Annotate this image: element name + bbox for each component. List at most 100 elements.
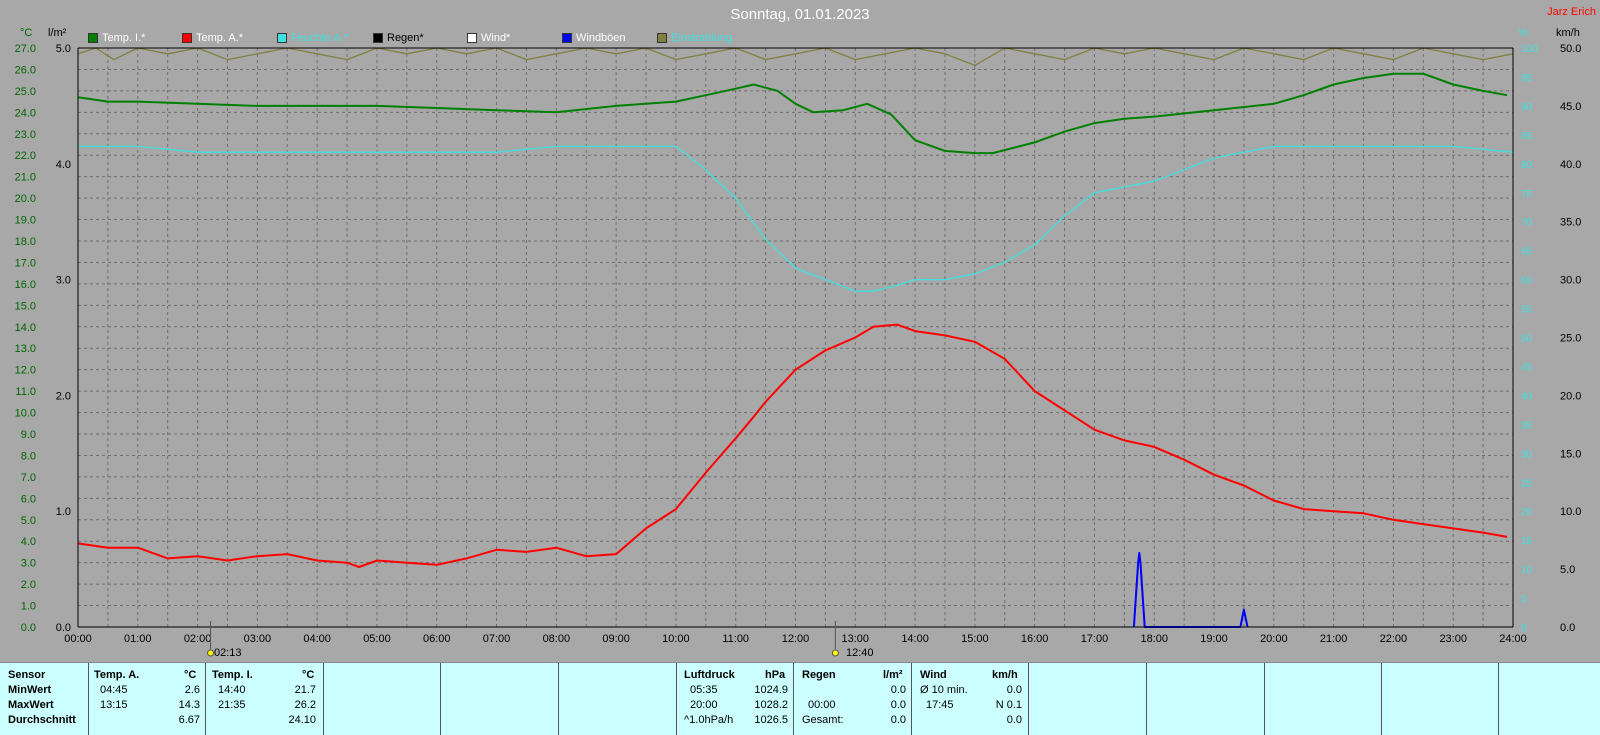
rain-r3-time: Gesamt: xyxy=(802,714,844,726)
pressure-r2-time: 20:00 xyxy=(690,699,718,711)
y-tick-temp: 6.0 xyxy=(21,493,36,505)
pressure-header: Luftdruck xyxy=(684,669,735,681)
legend-item-temp-i: Temp. I.* xyxy=(88,31,145,45)
col-divider xyxy=(440,663,441,735)
y-tick-wind: 0.0 xyxy=(1560,622,1575,634)
legend-label: Wind* xyxy=(481,32,511,44)
x-tick-label: 03:00 xyxy=(244,633,272,645)
x-tick-label: 07:00 xyxy=(483,633,511,645)
legend-swatch xyxy=(182,33,192,43)
y-tick-wind: 25.0 xyxy=(1560,333,1581,345)
temp-i-max: 26.2 xyxy=(294,699,316,711)
y-tick-temp: 17.0 xyxy=(15,257,36,269)
y-tick-humidity: 50 xyxy=(1521,334,1533,345)
col-divider xyxy=(1264,663,1265,735)
legend-label: Feuchte A.* xyxy=(291,32,348,44)
y-tick-temp: 10.0 xyxy=(15,408,36,420)
y-tick-humidity: 15 xyxy=(1521,536,1533,547)
row-label-avg: Durchschnitt xyxy=(8,714,76,726)
x-tick-label: 14:00 xyxy=(901,633,929,645)
y-tick-humidity: 40 xyxy=(1521,391,1533,402)
y-tick-temp: 26.0 xyxy=(15,64,36,76)
row-label-min: MinWert xyxy=(8,684,52,696)
pressure-unit: hPa xyxy=(765,669,786,681)
legend-item-wind: Wind* xyxy=(467,31,510,45)
rain-r2: 0.0 xyxy=(890,699,906,711)
wind-r1-time: Ø 10 min. xyxy=(920,684,968,696)
row-label-max: MaxWert xyxy=(8,699,54,711)
sunrise-label: 02:13 xyxy=(214,647,242,659)
wind-header: Wind xyxy=(920,669,947,681)
x-tick-label: 16:00 xyxy=(1021,633,1049,645)
col-divider xyxy=(793,663,794,735)
y-tick-temp: 27.0 xyxy=(15,43,36,55)
wind-r1: 0.0 xyxy=(1006,684,1022,696)
legend-label: Regen* xyxy=(387,32,424,44)
y-tick-wind: 35.0 xyxy=(1560,217,1581,229)
sensor-header: Sensor xyxy=(8,669,46,681)
y-tick-temp: 11.0 xyxy=(15,386,36,398)
y-tick-humidity: 85 xyxy=(1521,131,1533,142)
grid xyxy=(77,47,1514,628)
y-tick-temp: 21.0 xyxy=(15,172,36,184)
rain-r3: 0.0 xyxy=(890,714,906,726)
legend-swatch xyxy=(373,33,383,43)
x-tick-label: 01:00 xyxy=(124,633,152,645)
x-tick-label: 04:00 xyxy=(303,633,331,645)
x-tick-label: 24:00 xyxy=(1499,633,1527,645)
y-tick-humidity: 45 xyxy=(1521,362,1533,373)
x-tick-label: 10:00 xyxy=(662,633,690,645)
legend-swatch xyxy=(277,33,287,43)
y-tick-temp: 2.0 xyxy=(21,579,36,591)
x-tick-label: 22:00 xyxy=(1380,633,1408,645)
col-divider xyxy=(676,663,677,735)
x-tick-label: 13:00 xyxy=(842,633,870,645)
pressure-r2: 1028.2 xyxy=(754,699,788,711)
col-divider xyxy=(1498,663,1499,735)
legend-swatch xyxy=(467,33,477,43)
y-tick-temp: 19.0 xyxy=(15,215,36,227)
y-tick-humidity: 60 xyxy=(1521,276,1533,287)
legend-label: Windböen xyxy=(576,32,626,44)
stats-panel: Sensor MinWert MaxWert Durchschnitt Temp… xyxy=(0,662,1600,735)
col-divider xyxy=(205,663,206,735)
pressure-r3: 1026.5 xyxy=(754,714,788,726)
y-tick-humidity: 90 xyxy=(1521,102,1533,113)
temp-a-avg: 6.67 xyxy=(178,714,200,726)
y-tick-humidity: 25 xyxy=(1521,478,1533,489)
y-tick-humidity: 95 xyxy=(1521,73,1533,84)
y-tick-temp: 20.0 xyxy=(15,193,36,205)
col-divider xyxy=(1028,663,1029,735)
temp-i-unit: °C xyxy=(302,669,315,681)
x-tick-label: 15:00 xyxy=(961,633,989,645)
axis-unit-temp: °C xyxy=(20,27,33,39)
temp-i-header: Temp. I. xyxy=(212,669,253,681)
y-tick-humidity: 30 xyxy=(1521,449,1533,460)
pressure-r3-time: ^1.0hPa/h xyxy=(684,714,734,726)
chart-title: Sonntag, 01.01.2023 xyxy=(730,6,870,23)
x-tick-label: 21:00 xyxy=(1320,633,1348,645)
y-tick-rain: 5.0 xyxy=(56,43,71,55)
legend-item-gusts: Windböen xyxy=(562,31,626,45)
y-tick-wind: 30.0 xyxy=(1560,275,1581,287)
y-tick-rain: 4.0 xyxy=(56,159,71,171)
x-tick-label: 20:00 xyxy=(1260,633,1288,645)
col-divider xyxy=(911,663,912,735)
y-tick-wind: 40.0 xyxy=(1560,159,1581,171)
y-tick-temp: 15.0 xyxy=(15,300,36,312)
col-divider xyxy=(323,663,324,735)
axis-unit-humidity: % xyxy=(1518,27,1528,39)
y-tick-wind: 45.0 xyxy=(1560,101,1581,113)
x-tick-label: 23:00 xyxy=(1439,633,1467,645)
legend-label: Einstrahlung xyxy=(671,32,733,44)
sun-icon xyxy=(831,649,839,657)
temp-a-unit: °C xyxy=(184,669,197,681)
x-tick-label: 06:00 xyxy=(423,633,451,645)
y-tick-temp: 1.0 xyxy=(21,601,36,613)
y-tick-temp: 3.0 xyxy=(21,558,36,570)
legend-swatch xyxy=(562,33,572,43)
x-tick-label: 02:00 xyxy=(184,633,212,645)
x-tick-label: 17:00 xyxy=(1081,633,1109,645)
col-divider xyxy=(88,663,89,735)
x-tick-label: 05:00 xyxy=(363,633,391,645)
